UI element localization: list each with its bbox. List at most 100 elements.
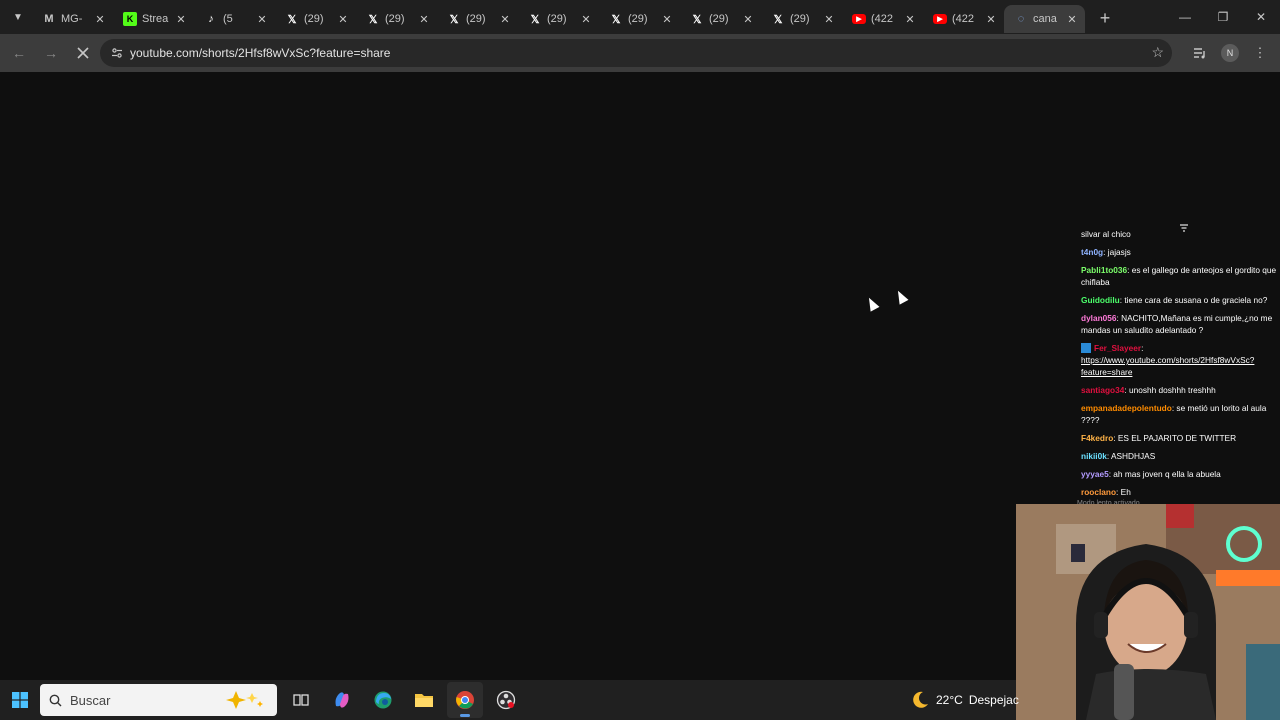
tab-close-icon[interactable]: ✕: [741, 13, 755, 26]
chat-username[interactable]: empanadadepolentudo: [1081, 403, 1172, 413]
chat-username[interactable]: Pabli1to036: [1081, 265, 1127, 275]
minimize-button[interactable]: —: [1166, 0, 1204, 34]
tab-title: (422: [952, 13, 975, 25]
taskbar-search-input[interactable]: Buscar: [40, 684, 277, 716]
tab-close-icon[interactable]: ✕: [174, 13, 188, 26]
chat-text: silvar al chico: [1081, 229, 1131, 239]
start-button[interactable]: [0, 680, 40, 720]
arrow-right-icon: →: [44, 45, 58, 61]
tab-close-icon[interactable]: ✕: [579, 13, 593, 26]
webcam-image: [1016, 504, 1280, 720]
tab-close-icon[interactable]: ✕: [93, 13, 107, 26]
x-icon: 𝕏: [449, 13, 459, 26]
chat-username[interactable]: rooclano: [1081, 487, 1116, 497]
chat-text: : tiene cara de susana o de graciela no?: [1119, 295, 1268, 305]
tab-title: (29): [466, 13, 486, 25]
bookmark-star-icon[interactable]: ☆: [1151, 44, 1164, 61]
chevron-down-icon: ▼: [13, 11, 23, 23]
weather-desc: Despejac: [968, 693, 1019, 707]
windows-logo-icon: [12, 692, 28, 708]
chat-username[interactable]: t4n0g: [1081, 247, 1103, 257]
taskbar-apps: [283, 682, 524, 718]
new-tab-button[interactable]: +: [1091, 4, 1119, 32]
tab-close-icon[interactable]: ✕: [498, 13, 512, 26]
tab-item[interactable]: M MG- ✕: [32, 5, 113, 33]
tab-item[interactable]: 𝕏 (29) ✕: [356, 5, 437, 33]
tab-close-icon[interactable]: ✕: [336, 13, 350, 26]
tab-item[interactable]: ♪ (5 ✕: [194, 5, 275, 33]
file-explorer-icon[interactable]: [406, 682, 442, 718]
chat-username[interactable]: yyyae5: [1081, 469, 1109, 479]
tab-item[interactable]: 𝕏 (29) ✕: [761, 5, 842, 33]
chat-message: rooclano: Eh: [1081, 486, 1280, 498]
chrome-icon[interactable]: [447, 682, 483, 718]
plus-icon: +: [1099, 7, 1111, 28]
x-icon: 𝕏: [368, 13, 378, 26]
arrow-left-icon: ←: [12, 45, 26, 61]
weather-widget[interactable]: 22°C Despejac: [910, 680, 1019, 720]
weather-temp: 22°C: [936, 693, 963, 707]
tab-item[interactable]: ▶ (422 ✕: [842, 5, 923, 33]
profile-button[interactable]: N: [1220, 39, 1240, 67]
chat-message: Guidodilu: tiene cara de susana o de gra…: [1081, 294, 1280, 306]
chat-username[interactable]: nikii0k: [1081, 451, 1107, 461]
edge-icon[interactable]: [365, 682, 401, 718]
back-button[interactable]: ←: [5, 39, 33, 67]
tab-item[interactable]: 𝕏 (29) ✕: [599, 5, 680, 33]
chat-message: Pabli1to036: es el gallego de anteojos e…: [1081, 264, 1280, 288]
windows-taskbar: Buscar 22°C Despejac: [0, 680, 1019, 720]
copilot-icon[interactable]: [324, 682, 360, 718]
tab-item[interactable]: 𝕏 (29) ✕: [437, 5, 518, 33]
chat-message-list: silvar al chico t4n0g: jajasjs Pabli1to036…: [1081, 228, 1280, 504]
search-placeholder: Buscar: [70, 692, 111, 708]
tab-close-icon[interactable]: ✕: [984, 13, 998, 26]
tab-close-icon[interactable]: ✕: [1065, 13, 1079, 26]
tab-title: MG-: [61, 13, 83, 25]
chat-username[interactable]: santiago34: [1081, 385, 1124, 395]
moon-icon: [913, 691, 928, 708]
tab-item[interactable]: 𝕏 (29) ✕: [680, 5, 761, 33]
chat-text: : jajasjs: [1103, 247, 1131, 257]
tab-close-icon[interactable]: ✕: [903, 13, 917, 26]
chat-text: : unoshh doshhh treshhh: [1124, 385, 1216, 395]
address-bar[interactable]: youtube.com/shorts/2Hfsf8wVxSc?feature=s…: [100, 39, 1172, 67]
window-controls: — ❐ ✕: [1166, 0, 1280, 34]
tab-close-icon[interactable]: ✕: [417, 13, 431, 26]
tab-search-button[interactable]: ▼: [6, 5, 30, 29]
chat-message: dylan056: NACHITO,Mañana es mi cumple,¿n…: [1081, 312, 1280, 336]
tab-title: Strea: [142, 13, 169, 25]
obs-icon[interactable]: [488, 682, 524, 718]
chat-message: nikii0k: ASHDHJAS: [1081, 450, 1280, 462]
chat-username[interactable]: F4kedro: [1081, 433, 1113, 443]
close-window-button[interactable]: ✕: [1242, 0, 1280, 34]
chat-text: : Eh: [1116, 487, 1131, 497]
toolbar-actions: N ⋮: [1190, 39, 1270, 67]
tab-item[interactable]: ▶ (422 ✕: [923, 5, 1004, 33]
tab-item[interactable]: 𝕏 (29) ✕: [518, 5, 599, 33]
tab-item[interactable]: ◌ cana ✕: [1004, 5, 1085, 33]
avatar: N: [1221, 44, 1239, 62]
x-icon: 𝕏: [692, 13, 702, 26]
tab-close-icon[interactable]: ✕: [822, 13, 836, 26]
x-icon: 𝕏: [287, 13, 297, 26]
task-view-icon[interactable]: [283, 682, 319, 718]
active-app-indicator: [460, 714, 470, 717]
tab-close-icon[interactable]: ✕: [660, 13, 674, 26]
site-info-icon[interactable]: [104, 47, 130, 59]
media-controls-icon[interactable]: [1190, 39, 1210, 67]
forward-button[interactable]: →: [37, 39, 65, 67]
mg-icon: M: [44, 13, 54, 25]
tab-item[interactable]: 𝕏 (29) ✕: [275, 5, 356, 33]
chat-link[interactable]: https://www.youtube.com/shorts/2Hfsf8wVx…: [1081, 355, 1254, 377]
tab-list: M MG- ✕ K Strea ✕ ♪ (5 ✕ 𝕏 (29) ✕ 𝕏 (29) ✕ 𝕏 (29) ✕ 𝕏 (29) ✕…: [32, 0, 1085, 34]
chat-username[interactable]: dylan056: [1081, 313, 1117, 323]
restore-button[interactable]: ❐: [1204, 0, 1242, 34]
tab-title: cana: [1033, 13, 1057, 25]
tab-item[interactable]: K Strea ✕: [113, 5, 194, 33]
menu-kebab-icon[interactable]: ⋮: [1250, 39, 1270, 67]
tab-close-icon[interactable]: ✕: [255, 13, 269, 26]
chat-username[interactable]: Guidodilu: [1081, 295, 1120, 305]
chat-username[interactable]: Fer_Slayeer: [1094, 343, 1141, 353]
stop-loading-button[interactable]: [69, 39, 97, 67]
chat-message: silvar al chico: [1081, 228, 1280, 240]
